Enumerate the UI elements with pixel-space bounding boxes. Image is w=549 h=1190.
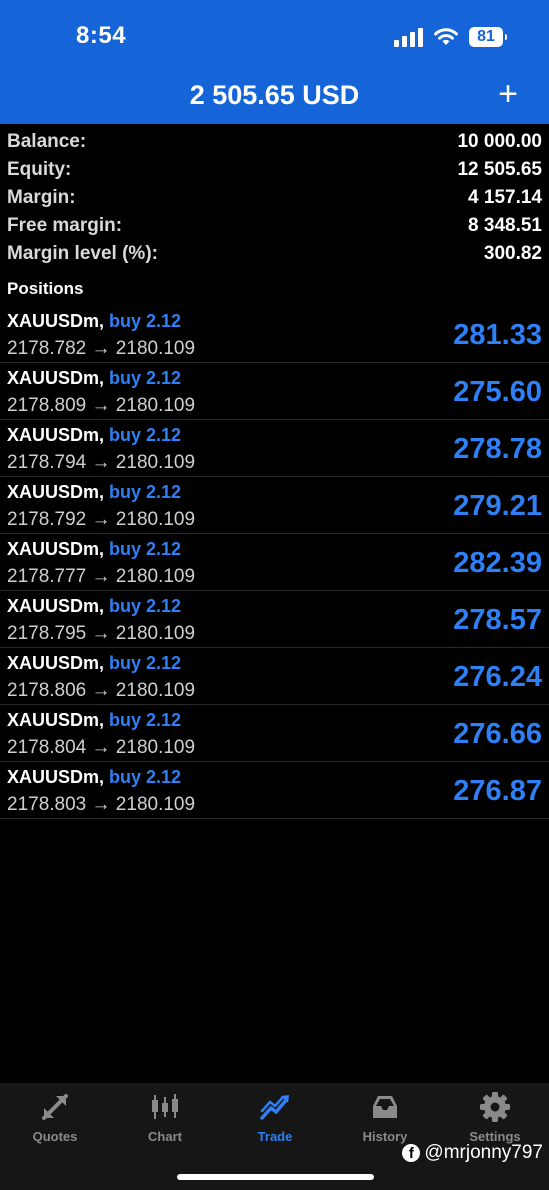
position-prices: 2178.792 → 2180.109 xyxy=(7,509,196,530)
summary-margin: Margin: 4 157.14 xyxy=(0,184,549,212)
summary-margin-level: Margin level (%): 300.82 xyxy=(0,240,549,268)
position-direction: buy 2.12 xyxy=(109,710,182,730)
summary-value: 12 505.65 xyxy=(457,159,542,180)
position-row[interactable]: XAUUSDm, buy 2.12 2178.804 → 2180.109 27… xyxy=(0,705,549,762)
position-row[interactable]: XAUUSDm, buy 2.12 2178.777 → 2180.109 28… xyxy=(0,534,549,591)
wifi-icon xyxy=(434,28,458,45)
summary-label: Margin level (%): xyxy=(7,243,158,264)
position-prices: 2178.794 → 2180.109 xyxy=(7,452,196,473)
position-symbol-line: XAUUSDm, buy 2.12 xyxy=(7,767,181,788)
position-symbol-line: XAUUSDm, buy 2.12 xyxy=(7,710,181,731)
position-profit: 276.66 xyxy=(453,718,542,750)
position-direction: buy 2.12 xyxy=(109,596,182,616)
candlestick-chart-icon xyxy=(152,1094,178,1119)
position-direction: buy 2.12 xyxy=(109,653,182,673)
tab-quotes[interactable]: Quotes xyxy=(0,1083,110,1153)
tab-label: Trade xyxy=(257,1129,293,1144)
position-prices: 2178.777 → 2180.109 xyxy=(7,566,196,587)
status-time: 8:54 xyxy=(76,22,127,49)
position-row[interactable]: XAUUSDm, buy 2.12 2178.792 → 2180.109 27… xyxy=(0,477,549,534)
position-prices: 2178.804 → 2180.109 xyxy=(7,737,196,758)
summary-free-margin: Free margin: 8 348.51 xyxy=(0,212,549,240)
top-bar: 8:54 81 2 505.65 USD + xyxy=(0,0,549,124)
position-direction: buy 2.12 xyxy=(109,482,182,502)
summary-value: 10 000.00 xyxy=(457,131,542,152)
position-prices: 2178.795 → 2180.109 xyxy=(7,623,196,644)
status-icons: 81 xyxy=(394,24,507,50)
position-profit: 281.33 xyxy=(453,319,542,351)
tab-label: Quotes xyxy=(32,1129,78,1144)
position-profit: 276.87 xyxy=(453,775,542,807)
facebook-logo-icon: f xyxy=(402,1144,421,1162)
position-direction: buy 2.12 xyxy=(109,368,182,388)
position-symbol: XAUUSDm, xyxy=(7,653,105,673)
trade-trend-icon xyxy=(260,1095,289,1120)
positions-heading: Positions xyxy=(7,279,84,298)
add-order-button[interactable]: + xyxy=(493,76,523,112)
position-prices: 2178.782 → 2180.109 xyxy=(7,338,196,359)
summary-balance: Balance: 10 000.00 xyxy=(0,128,549,156)
gear-icon xyxy=(480,1092,510,1122)
positions-list: XAUUSDm, buy 2.12 2178.782 → 2180.109 28… xyxy=(0,306,549,819)
position-profit: 278.78 xyxy=(453,433,542,465)
position-symbol-line: XAUUSDm, buy 2.12 xyxy=(7,482,181,503)
history-inbox-icon xyxy=(373,1096,397,1118)
summary-value: 8 348.51 xyxy=(468,215,542,236)
tab-trade[interactable]: Trade xyxy=(220,1083,330,1153)
position-symbol: XAUUSDm, xyxy=(7,539,105,559)
position-row[interactable]: XAUUSDm, buy 2.12 2178.795 → 2180.109 27… xyxy=(0,591,549,648)
position-profit: 278.57 xyxy=(453,604,542,636)
position-symbol-line: XAUUSDm, buy 2.12 xyxy=(7,653,181,674)
position-prices: 2178.803 → 2180.109 xyxy=(7,794,196,815)
account-summary: Balance: 10 000.00 Equity: 12 505.65 Mar… xyxy=(0,128,549,268)
position-row[interactable]: XAUUSDm, buy 2.12 2178.809 → 2180.109 27… xyxy=(0,363,549,420)
summary-label: Equity: xyxy=(7,159,72,180)
summary-label: Margin: xyxy=(7,187,76,208)
tab-chart[interactable]: Chart xyxy=(110,1083,220,1153)
summary-value: 300.82 xyxy=(483,243,542,264)
position-profit: 279.21 xyxy=(453,490,542,522)
position-row[interactable]: XAUUSDm, buy 2.12 2178.782 → 2180.109 28… xyxy=(0,306,549,363)
position-symbol: XAUUSDm, xyxy=(7,425,105,445)
summary-value: 4 157.14 xyxy=(468,187,542,208)
position-row[interactable]: XAUUSDm, buy 2.12 2178.806 → 2180.109 27… xyxy=(0,648,549,705)
position-direction: buy 2.12 xyxy=(109,311,182,331)
quotes-arrows-icon xyxy=(42,1094,68,1120)
position-row[interactable]: XAUUSDm, buy 2.12 2178.794 → 2180.109 27… xyxy=(0,420,549,477)
position-symbol: XAUUSDm, xyxy=(7,482,105,502)
watermark-text: @mrjonny797 xyxy=(424,1142,543,1163)
position-symbol-line: XAUUSDm, buy 2.12 xyxy=(7,368,181,389)
position-profit: 276.24 xyxy=(453,661,542,693)
position-symbol-line: XAUUSDm, buy 2.12 xyxy=(7,539,181,560)
position-symbol: XAUUSDm, xyxy=(7,368,105,388)
position-direction: buy 2.12 xyxy=(109,539,182,559)
summary-label: Free margin: xyxy=(7,215,123,236)
position-symbol: XAUUSDm, xyxy=(7,710,105,730)
position-symbol: XAUUSDm, xyxy=(7,767,105,787)
summary-label: Balance: xyxy=(7,131,87,152)
position-row[interactable]: XAUUSDm, buy 2.12 2178.803 → 2180.109 27… xyxy=(0,762,549,819)
position-symbol-line: XAUUSDm, buy 2.12 xyxy=(7,311,181,332)
account-equity-title: 2 505.65 USD xyxy=(189,80,360,110)
tab-label: Chart xyxy=(148,1129,182,1144)
position-prices: 2178.809 → 2180.109 xyxy=(7,395,196,416)
position-symbol: XAUUSDm, xyxy=(7,596,105,616)
summary-equity: Equity: 12 505.65 xyxy=(0,156,549,184)
battery-indicator: 81 xyxy=(469,27,507,47)
home-indicator[interactable] xyxy=(177,1174,374,1180)
position-symbol-line: XAUUSDm, buy 2.12 xyxy=(7,596,181,617)
position-symbol-line: XAUUSDm, buy 2.12 xyxy=(7,425,181,446)
watermark: f @mrjonny797 xyxy=(402,1142,543,1164)
position-direction: buy 2.12 xyxy=(109,425,182,445)
position-profit: 275.60 xyxy=(453,376,542,408)
screen: 8:54 81 2 505.65 USD + Balance: 10 000.0… xyxy=(0,0,549,1190)
position-profit: 282.39 xyxy=(453,547,542,579)
position-symbol: XAUUSDm, xyxy=(7,311,105,331)
position-direction: buy 2.12 xyxy=(109,767,182,787)
cellular-signal-icon xyxy=(394,27,423,47)
position-prices: 2178.806 → 2180.109 xyxy=(7,680,196,701)
